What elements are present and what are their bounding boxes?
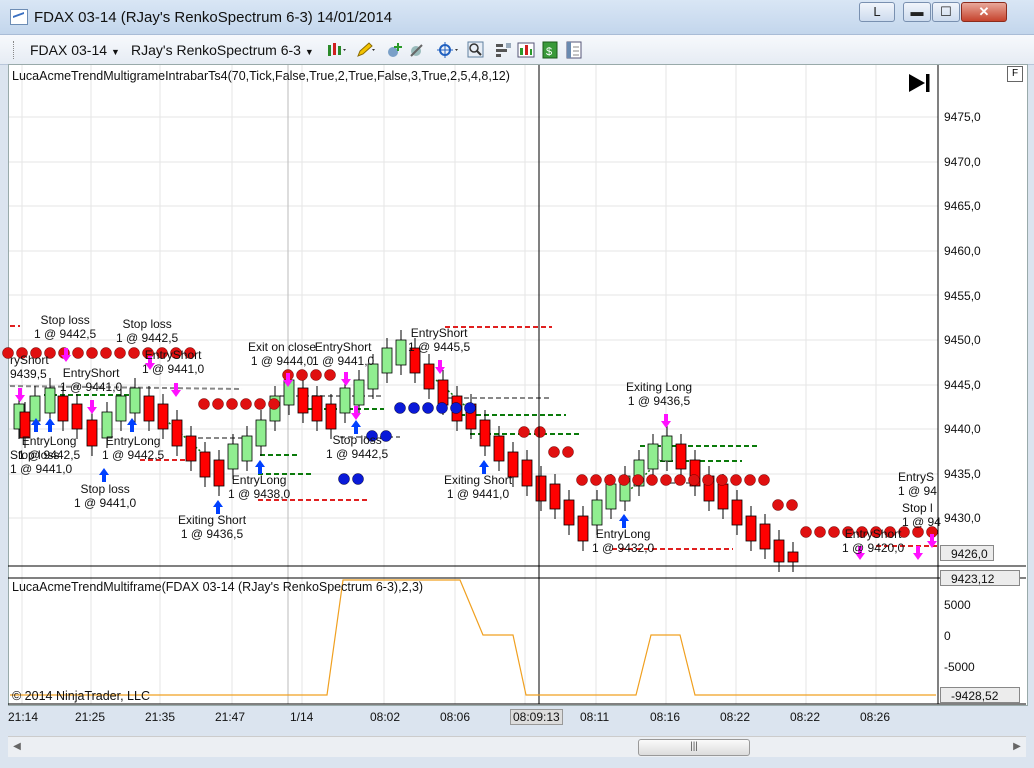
scroll-thumb[interactable]: ||| [638,739,750,756]
time-label: 1/14 [290,710,314,724]
trade-annotation: ryShort 9439,5 [10,353,49,381]
link-button[interactable]: L [859,2,895,22]
properties-icon[interactable] [494,40,514,60]
osc-value-tag: -9428,52 [940,687,1020,703]
osc-label: 0 [944,629,951,643]
time-label: 21:35 [145,710,176,724]
chevron-down-icon: ▼ [304,47,314,57]
time-label: 21:47 [215,710,246,724]
price-label: 9475,0 [944,110,981,124]
osc-label: 5000 [944,598,971,612]
trade-annotation: EntryShort 1 @ 9445,5 [408,326,471,354]
ninjatrader-chart-icon [10,9,28,25]
price-label: 9430,0 [944,511,981,525]
trade-annotation: EntryLong 1 @ 9442,5 [102,434,165,462]
trade-annotation: EntryLong 1 @ 9438,0 [228,473,291,501]
chart-panel[interactable] [8,64,1028,706]
time-label: 08:06 [440,710,471,724]
maximize-button[interactable]: ☐ [932,2,960,22]
trade-annotation: Stop loss 1 @ 9442,5 [116,317,179,345]
crosshair-time-label: 08:09:13 [510,709,563,725]
trade-annotation: Stop loss 1 @ 9441,0 [74,482,137,510]
indicator-value-tag: 9423,12 [940,570,1020,586]
last-price-tag: 9426,0 [940,545,994,561]
time-label: 08:26 [860,710,891,724]
price-label: 9445,0 [944,378,981,392]
horizontal-scrollbar[interactable]: ◀ ||| ▶ [8,736,1026,757]
trade-annotation: EntryShort 1 @ 9441,0 [142,348,205,376]
strategy-icon[interactable] [407,40,427,60]
trade-annotation: Exiting Short 1 @ 9436,5 [178,513,247,541]
trade-annotation: Stop l1 @ 94 [902,501,941,529]
time-label: 08:11 [580,710,610,724]
trade-annotation: Stop loss 1 @ 9442,5 [326,433,389,461]
trade-annotation: EntryLong 1 @ 9432,0 [592,527,655,555]
time-label: 21:25 [75,710,106,724]
trade-annotation: EntryShort 1 @ 9420,0 [842,527,905,555]
price-label: 9450,0 [944,333,981,347]
chart-trader-icon[interactable] [564,40,584,60]
price-label: 9470,0 [944,155,981,169]
zoom-icon[interactable] [466,40,486,60]
toolbar-grip[interactable] [13,41,17,59]
trade-annotation: Exiting Long 1 @ 9436,5 [626,380,693,408]
trade-annotation: Stop loss 1 @ 9442,5 [34,313,97,341]
price-label: 9455,0 [944,289,981,303]
title-bar: FDAX 03-14 (RJay's RenkoSpectrum 6-3) 14… [0,0,1034,35]
chart-toolbar: FDAX 03-14 ▼ RJay's RenkoSpectrum 6-3 ▼ … [0,35,1034,65]
scroll-left-icon[interactable]: ◀ [10,740,24,754]
top-indicator-label: LucaAcmeTrendMultigrameIntrabarTs4(70,Ti… [12,69,510,83]
data-box-icon[interactable] [516,40,536,60]
trade-annotation: Exit on close 1 @ 9444,0 [248,340,317,368]
crosshair-icon[interactable] [436,40,458,60]
instrument-selector[interactable]: FDAX 03-14 ▼ [30,42,120,58]
bottom-indicator-label: LucaAcmeTrendMultiframe(FDAX 03-14 (RJay… [12,580,424,594]
instrument-label: FDAX 03-14 [30,42,108,58]
time-label: 08:22 [720,710,751,724]
save-icon[interactable]: $ [540,40,560,60]
minimize-button[interactable]: ▬ [903,2,931,22]
draw-pencil-icon[interactable] [355,40,375,60]
bartype-selector[interactable]: RJay's RenkoSpectrum 6-3 ▼ [131,42,314,58]
price-label: 9460,0 [944,244,981,258]
close-button[interactable]: ✕ [961,2,1007,22]
trade-annotation: EntryS 1 @ 94 [898,470,937,498]
trade-annotation: Exiting Short 1 @ 9441,0 [444,473,513,501]
bartype-label: RJay's RenkoSpectrum 6-3 [131,42,301,58]
bars-style-icon[interactable] [326,40,346,60]
trade-annotation: EntryShort 1 @ 9441,0 [60,366,123,394]
time-label: 21:14 [8,710,39,724]
price-label: 9440,0 [944,422,981,436]
trade-annotation: EntryShort 1 @ 9441,0 [312,340,375,368]
copyright-label: © 2014 NinjaTrader, LLC [12,689,150,703]
svg-text:$: $ [546,46,552,58]
format-button[interactable]: F [1007,66,1023,82]
price-label: 9465,0 [944,199,981,213]
scroll-right-icon[interactable]: ▶ [1010,740,1024,754]
window-title: FDAX 03-14 (RJay's RenkoSpectrum 6-3) 14… [34,9,393,26]
add-indicator-icon[interactable] [385,40,405,60]
price-label: 9435,0 [944,467,981,481]
time-label: 08:02 [370,710,401,724]
trade-annotation: Stop loss 1 @ 9441,0 [10,448,73,476]
time-label: 08:22 [790,710,821,724]
time-label: 08:16 [650,710,681,724]
chevron-down-icon: ▼ [110,47,120,57]
osc-label: -5000 [944,660,975,674]
